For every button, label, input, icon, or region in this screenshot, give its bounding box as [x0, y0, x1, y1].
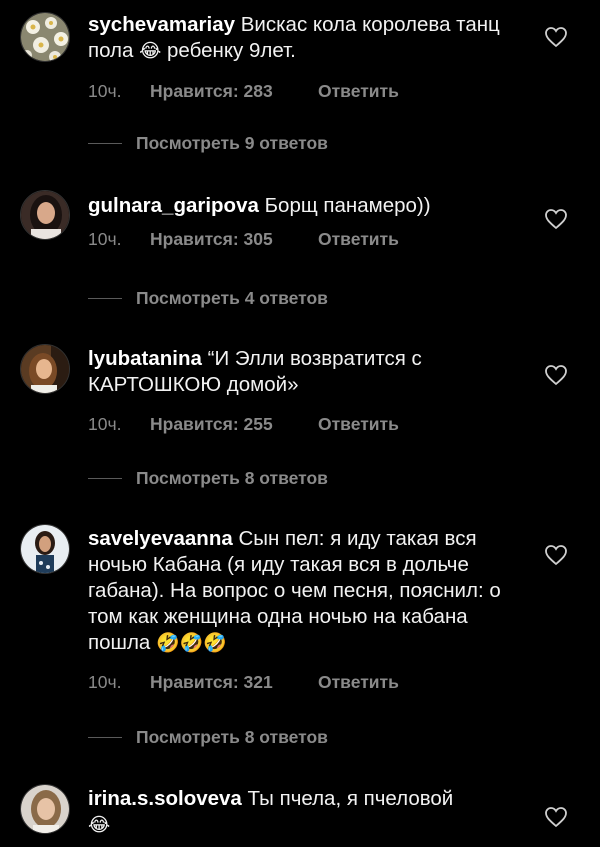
comment-time: 10ч. — [88, 81, 122, 101]
avatar[interactable] — [20, 784, 70, 834]
view-replies-button[interactable]: Посмотреть 4 ответов — [88, 288, 328, 309]
comment-username[interactable]: lyubatanina — [88, 347, 202, 370]
reply-button[interactable]: Ответить — [318, 414, 399, 435]
view-replies-button[interactable]: Посмотреть 8 ответов — [88, 727, 328, 748]
comment-username[interactable]: savelyevaanna — [88, 527, 233, 550]
divider — [88, 478, 122, 479]
likes-count[interactable]: Нравится: 305 — [150, 229, 318, 250]
laughing-emoji: 😂 — [88, 814, 111, 836]
comment-username[interactable]: irina.s.soloveva — [88, 787, 242, 810]
divider — [88, 298, 122, 299]
comment-meta: 10ч. Нравится: 255 Ответить — [88, 414, 526, 435]
comment-time: 10ч. — [88, 672, 122, 692]
comment-meta: 10ч. Нравится: 305 Ответить — [88, 229, 526, 250]
comment-text: irina.s.soloveva Ты пчела, я пчеловой 😂 — [88, 787, 454, 836]
avatar[interactable] — [20, 190, 70, 240]
comments-feed: sychevamariay Вискас кола королева танц … — [0, 0, 600, 847]
comment-text: sychevamariay Вискас кола королева танц … — [88, 13, 500, 62]
heart-outline-icon[interactable] — [544, 208, 568, 230]
likes-count[interactable]: Нравится: 321 — [150, 672, 318, 693]
laughing-emoji: 😂 — [139, 40, 162, 62]
heart-outline-icon[interactable] — [544, 544, 568, 566]
comment-text: savelyevaanna Сын пел: я иду такая вся н… — [88, 527, 501, 654]
avatar[interactable] — [20, 524, 70, 574]
avatar[interactable] — [20, 12, 70, 62]
reply-button[interactable]: Ответить — [318, 672, 399, 693]
comment-meta: 10ч. Нравится: 283 Ответить — [88, 81, 526, 102]
comment-username[interactable]: gulnara_garipova — [88, 194, 259, 217]
likes-count[interactable]: Нравится: 283 — [150, 81, 318, 102]
likes-count[interactable]: Нравится: 255 — [150, 414, 318, 435]
comment-username[interactable]: sychevamariay — [88, 13, 235, 36]
heart-outline-icon[interactable] — [544, 26, 568, 48]
comment-time: 10ч. — [88, 229, 122, 249]
rolling-laughing-emoji: 🤣🤣🤣 — [156, 632, 227, 654]
comment-time: 10ч. — [88, 414, 122, 434]
heart-outline-icon[interactable] — [544, 364, 568, 386]
comment-text: gulnara_garipova Борщ панамеро)) — [88, 194, 431, 217]
divider — [88, 143, 122, 144]
avatar[interactable] — [20, 344, 70, 394]
heart-outline-icon[interactable] — [544, 806, 568, 828]
reply-button[interactable]: Ответить — [318, 229, 399, 250]
divider — [88, 737, 122, 738]
reply-button[interactable]: Ответить — [318, 81, 399, 102]
comment-text: lyubatanina “И Элли возвратится с КАРТОШ… — [88, 347, 422, 396]
view-replies-button[interactable]: Посмотреть 9 ответов — [88, 133, 328, 154]
view-replies-button[interactable]: Посмотреть 8 ответов — [88, 468, 328, 489]
comment-meta: 10ч. Нравится: 321 Ответить — [88, 672, 526, 693]
